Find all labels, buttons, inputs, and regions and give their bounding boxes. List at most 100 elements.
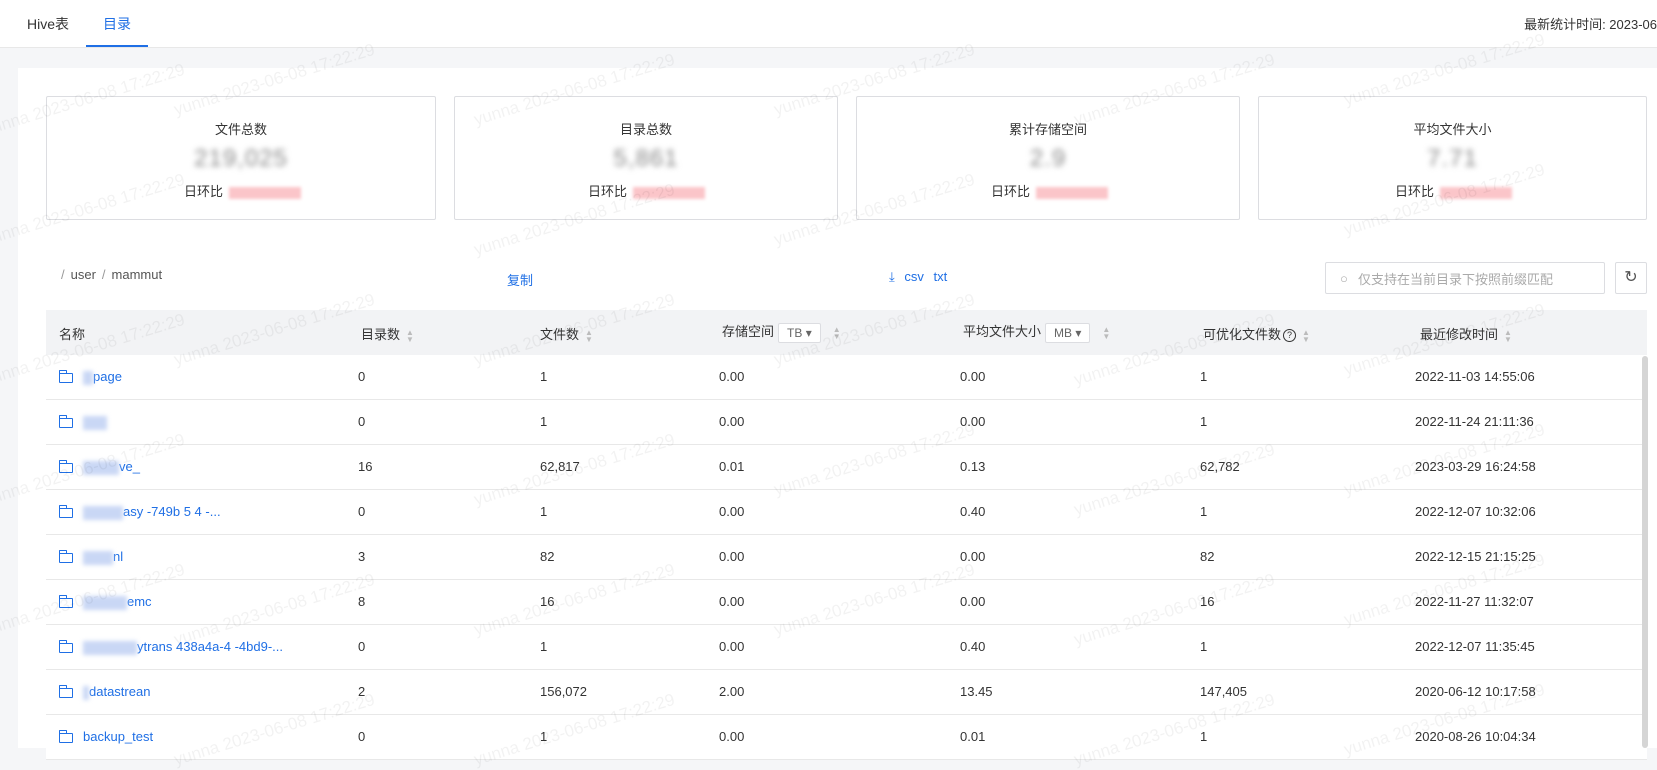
- row-cell-time: 2022-12-15 21:15:25: [1415, 549, 1536, 564]
- row-cell-time: 2022-11-24 21:11:36: [1415, 414, 1534, 429]
- header-label: 文件数: [540, 327, 580, 342]
- folder-icon: [58, 594, 73, 608]
- search-box[interactable]: ○: [1325, 262, 1605, 294]
- card-ratio-label: 日环比: [1395, 184, 1435, 199]
- avg-unit-select[interactable]: MB ▾: [1045, 322, 1091, 343]
- sort-icon[interactable]: ▲ ▼: [1102, 325, 1110, 340]
- tab-directory[interactable]: 目录: [103, 14, 131, 34]
- table-row[interactable]: nl 3 82 0.00 0.00 82 2022-12-15 21:15:25: [46, 535, 1647, 580]
- row-cell-opt: 1: [1200, 414, 1208, 429]
- redacted-text: [83, 550, 113, 565]
- refresh-icon: ↻: [1624, 269, 1638, 286]
- sort-icon[interactable]: ▲ ▼: [585, 328, 593, 343]
- redacted-text: [83, 370, 93, 385]
- download-txt-button[interactable]: txt: [934, 269, 948, 284]
- row-name-text[interactable]: ve_: [119, 459, 140, 474]
- redacted-text: [83, 595, 127, 610]
- row-cell-opt: 1: [1200, 639, 1208, 654]
- row-name[interactable]: ytrans 438a4a-4 -4bd9-...: [58, 639, 283, 655]
- row-name[interactable]: emc: [58, 594, 152, 610]
- row-name[interactable]: nl: [58, 549, 123, 565]
- row-cell-opt: 1: [1200, 504, 1208, 519]
- breadcrumb-item-mammut: mammut: [111, 267, 163, 282]
- header-label: 可优化文件数: [1203, 327, 1282, 342]
- card-ratio-label: 日环比: [588, 184, 628, 199]
- row-cell-time: 2020-08-26 10:04:34: [1415, 729, 1536, 744]
- breadcrumb-item-user[interactable]: user: [71, 267, 96, 282]
- folder-icon: [58, 549, 73, 563]
- header-file-count[interactable]: 文件数 ▲ ▼: [540, 324, 593, 343]
- row-name[interactable]: page: [58, 369, 122, 385]
- row-name[interactable]: datastrean: [58, 684, 150, 700]
- download-group: ⤓ csv txt: [889, 269, 953, 285]
- table-row[interactable]: datastrean 2 156,072 2.00 13.45 147,405 2020-0…: [46, 670, 1647, 715]
- header-label: 平均文件大小: [963, 324, 1042, 339]
- row-name-text[interactable]: datastrean: [89, 684, 150, 699]
- row-cell-avg: 0.13: [960, 459, 986, 474]
- sort-icon[interactable]: ▲ ▼: [1302, 328, 1310, 343]
- download-icon: ⤓: [889, 269, 895, 284]
- row-name-text[interactable]: emc: [127, 594, 152, 609]
- redacted-text: [83, 505, 123, 520]
- row-cell-storage: 0.00: [719, 594, 745, 609]
- header-name: 名称: [59, 327, 86, 342]
- sort-icon[interactable]: ▲ ▼: [1504, 328, 1512, 343]
- sort-icon[interactable]: ▲ ▼: [406, 328, 414, 343]
- sort-icon[interactable]: ▲ ▼: [833, 325, 841, 340]
- card-ratio: 日环比: [1395, 181, 1513, 200]
- card-value: 219,025: [194, 145, 288, 172]
- storage-unit-select[interactable]: TB ▾: [778, 322, 821, 343]
- card-title: 平均文件大小: [1413, 122, 1492, 137]
- tab-hive-tables[interactable]: Hive表: [27, 14, 69, 34]
- header-modified[interactable]: 最近修改时间 ▲ ▼: [1420, 324, 1512, 343]
- row-name[interactable]: backup_test: [58, 729, 153, 744]
- row-name-text[interactable]: page: [93, 369, 122, 384]
- row-cell-opt: 1: [1200, 729, 1208, 744]
- search-icon: ○: [1340, 271, 1348, 286]
- folder-icon: [58, 729, 73, 743]
- row-cell-dirs: 0: [358, 639, 366, 654]
- card-title: 累计存储空间: [1008, 122, 1087, 137]
- table-row[interactable]: asy -749b 5 4 -... 0 1 0.00 0.40 1 2022-12-07 …: [46, 490, 1647, 535]
- card-ratio-label: 日环比: [184, 184, 224, 199]
- row-name[interactable]: ve_: [58, 459, 140, 475]
- row-name-text[interactable]: ytrans 438a4a-4 -4bd9-...: [137, 639, 283, 654]
- table-row[interactable]: 0 1 0.00 0.00 1 2022-11-24 21:11:36: [46, 400, 1647, 445]
- storage-unit-value: TB: [787, 325, 803, 340]
- table-row[interactable]: ve_ 16 62,817 0.01 0.13 62,782 2023-03-29 16:2…: [46, 445, 1647, 490]
- avg-unit-value: MB: [1054, 325, 1073, 340]
- card-title: 目录总数: [619, 122, 672, 137]
- row-name[interactable]: [58, 414, 107, 430]
- row-cell-files: 1: [540, 504, 548, 519]
- row-cell-avg: 0.01: [960, 729, 986, 744]
- redacted-text: [83, 415, 107, 430]
- search-input[interactable]: [1358, 269, 1598, 289]
- copy-button[interactable]: 复制: [507, 270, 533, 289]
- row-name-text[interactable]: backup_test: [83, 729, 153, 744]
- table-row[interactable]: backup_test 0 1 0.00 0.01 1 2020-08-26 10:04:3…: [46, 715, 1647, 760]
- card-ratio-label: 日环比: [991, 184, 1031, 199]
- card-ratio-value: [633, 186, 706, 199]
- row-cell-files: 156,072: [540, 684, 587, 699]
- row-name-text[interactable]: asy -749b 5 4 -...: [123, 504, 221, 519]
- header-dir-count[interactable]: 目录数 ▲ ▼: [361, 324, 414, 343]
- row-cell-time: 2022-12-07 10:32:06: [1415, 504, 1536, 519]
- row-cell-avg: 0.40: [960, 639, 986, 654]
- help-icon[interactable]: ?: [1283, 329, 1297, 343]
- card-ratio-value: [229, 186, 302, 199]
- row-cell-storage: 0.00: [719, 504, 745, 519]
- header-label: 存储空间: [722, 324, 775, 339]
- download-csv-button[interactable]: csv: [904, 269, 924, 284]
- table-row[interactable]: emc 8 16 0.00 0.00 16 2022-11-27 11:32:07: [46, 580, 1647, 625]
- row-cell-files: 1: [540, 369, 548, 384]
- header-avg-size: 平均文件大小 MB ▾ ▲ ▼: [963, 321, 1110, 343]
- header-optimizable[interactable]: 可优化文件数? ▲ ▼: [1203, 324, 1310, 343]
- row-name-text[interactable]: nl: [113, 549, 123, 564]
- table-row[interactable]: ytrans 438a4a-4 -4bd9-... 0 1 0.00 0.40 1 2022…: [46, 625, 1647, 670]
- row-cell-storage: 0.00: [719, 369, 745, 384]
- table-row[interactable]: page 0 1 0.00 0.00 1 2022-11-03 14:55:06: [46, 355, 1647, 400]
- row-cell-avg: 0.00: [960, 549, 986, 564]
- refresh-button[interactable]: ↻: [1615, 262, 1647, 294]
- row-name[interactable]: asy -749b 5 4 -...: [58, 504, 221, 520]
- table-scrollbar[interactable]: [1642, 356, 1648, 748]
